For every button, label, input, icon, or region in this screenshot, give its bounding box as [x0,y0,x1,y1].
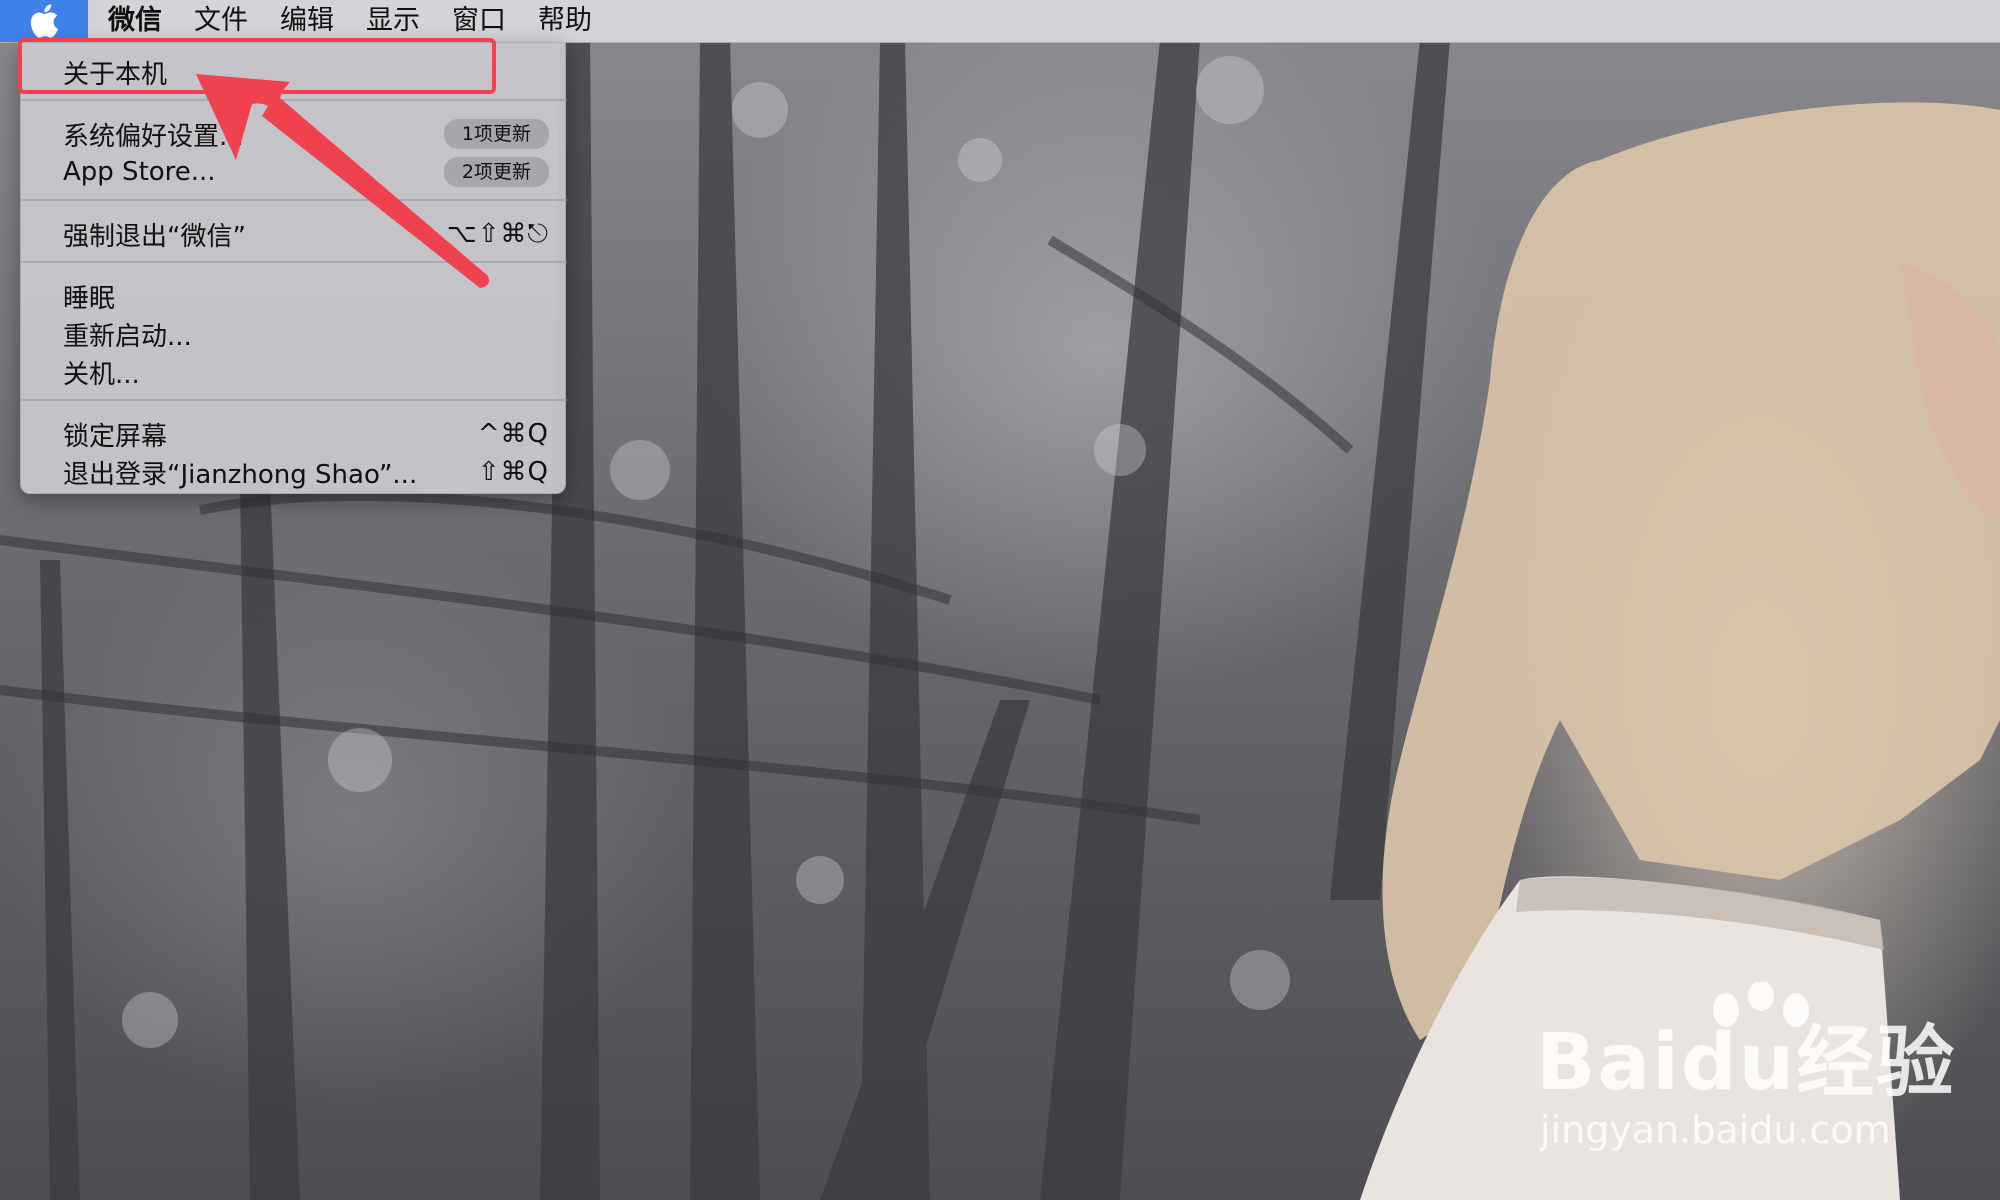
baidu-jingyan-watermark: Baidu经验 jingyan.baidu.com [1536,982,1976,1170]
watermark-url: jingyan.baidu.com [1540,1108,1891,1152]
watermark-brand: Baidu经验 [1536,1018,1957,1108]
